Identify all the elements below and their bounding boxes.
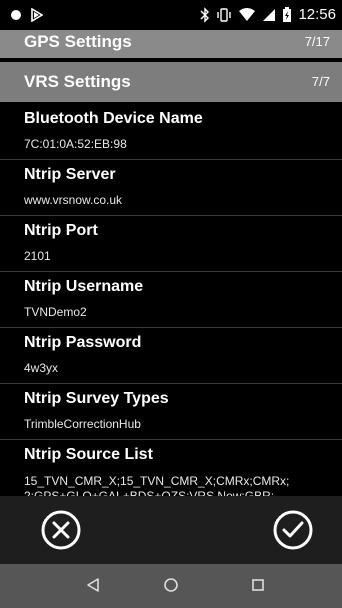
vibrate-icon bbox=[217, 7, 232, 22]
check-circle-icon bbox=[273, 510, 313, 550]
settings-list[interactable]: Bluetooth Device Name 7C:01:0A:52:EB:98 … bbox=[0, 104, 342, 496]
setting-label: Ntrip Username bbox=[24, 278, 144, 295]
back-button[interactable] bbox=[85, 577, 101, 593]
signal-icon bbox=[263, 8, 276, 21]
section-vrs-settings[interactable]: VRS Settings 7/7 bbox=[0, 62, 342, 102]
setting-label: Ntrip Port bbox=[24, 222, 98, 239]
status-bar: 12:56 bbox=[0, 0, 342, 30]
confirm-button[interactable] bbox=[272, 509, 314, 551]
record-icon bbox=[11, 10, 21, 20]
setting-label: Ntrip Survey Types bbox=[24, 390, 169, 407]
setting-value: 7C:01:0A:52:EB:98 bbox=[24, 137, 127, 151]
setting-ntrip-server[interactable]: Ntrip Server www.vrsnow.co.uk bbox=[0, 160, 342, 216]
setting-label: Ntrip Source List bbox=[24, 446, 153, 463]
cast-icon bbox=[31, 8, 44, 22]
setting-label: Bluetooth Device Name bbox=[24, 110, 203, 127]
home-circle-icon bbox=[164, 578, 178, 592]
section-count: 7/17 bbox=[304, 34, 330, 49]
wifi-icon bbox=[239, 7, 256, 21]
setting-value: 15_TVN_CMR_X;15_TVN_CMR_X;CMRx;CMRx; 2;G… bbox=[24, 474, 290, 496]
section-gps-settings[interactable]: GPS Settings 7/17 bbox=[0, 30, 342, 58]
section-title: GPS Settings bbox=[24, 32, 132, 51]
section-title: VRS Settings bbox=[24, 72, 131, 91]
navigation-bar bbox=[0, 564, 342, 608]
setting-ntrip-password[interactable]: Ntrip Password 4w3yx bbox=[0, 328, 342, 384]
recent-apps-button[interactable] bbox=[250, 577, 266, 593]
cancel-circle-icon bbox=[41, 510, 81, 550]
setting-value: 2101 bbox=[24, 249, 51, 263]
home-button[interactable] bbox=[163, 577, 179, 593]
battery-icon bbox=[283, 6, 292, 22]
cancel-button[interactable] bbox=[40, 509, 82, 551]
back-triangle-icon bbox=[87, 578, 99, 592]
section-count: 7/7 bbox=[311, 74, 330, 89]
bluetooth-icon bbox=[200, 6, 210, 23]
setting-ntrip-source-list[interactable]: Ntrip Source List 15_TVN_CMR_X;15_TVN_CM… bbox=[0, 440, 342, 496]
setting-bluetooth-device-name[interactable]: Bluetooth Device Name 7C:01:0A:52:EB:98 bbox=[0, 104, 342, 160]
recent-square-icon bbox=[252, 579, 264, 591]
setting-value: 4w3yx bbox=[24, 361, 59, 375]
setting-value: www.vrsnow.co.uk bbox=[24, 193, 123, 207]
setting-label: Ntrip Password bbox=[24, 334, 142, 351]
action-bar bbox=[0, 496, 342, 564]
setting-label: Ntrip Server bbox=[24, 166, 116, 183]
setting-ntrip-survey-types[interactable]: Ntrip Survey Types TrimbleCorrectionHub bbox=[0, 384, 342, 440]
clock: 12:56 bbox=[298, 6, 336, 23]
setting-value: TVNDemo2 bbox=[24, 305, 87, 319]
setting-ntrip-port[interactable]: Ntrip Port 2101 bbox=[0, 216, 342, 272]
setting-value: TrimbleCorrectionHub bbox=[24, 417, 141, 431]
setting-ntrip-username[interactable]: Ntrip Username TVNDemo2 bbox=[0, 272, 342, 328]
